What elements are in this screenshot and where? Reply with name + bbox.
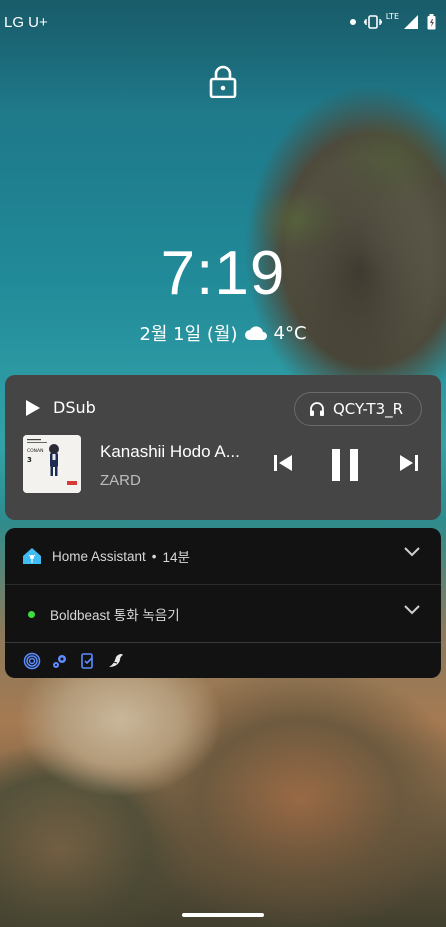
chevron-down-icon[interactable] (403, 604, 421, 616)
signal-icon (404, 15, 418, 29)
headphones-icon (310, 402, 324, 416)
home-assistant-app-name: Home Assistant (52, 548, 146, 564)
settings-icon[interactable] (51, 652, 69, 670)
notification-home-assistant[interactable]: Home Assistant • 14분 (5, 528, 441, 584)
boldbeast-app-name: Boldbeast 통화 녹음기 (50, 608, 180, 623)
track-title: Kanashii Hodo A... (100, 442, 240, 461)
notification-icon-tray (23, 652, 125, 670)
cloud-icon (244, 326, 267, 340)
green-dot-icon (28, 610, 35, 618)
status-bar: LG U+ LTE (0, 0, 446, 44)
media-app-header: DSub (25, 398, 96, 417)
lockscreen-clock: 7:19 (160, 239, 286, 308)
album-art: CONAN 3 (23, 435, 81, 493)
notification-separator: • (151, 548, 157, 564)
notification-divider (5, 584, 441, 585)
temperature-label: 4°C (273, 322, 307, 344)
notification-time: 14분 (162, 550, 190, 565)
track-artist: ZARD (100, 472, 141, 489)
pause-button[interactable] (330, 448, 360, 482)
previous-track-button[interactable] (272, 452, 294, 474)
date-label: 2월 1일 (월) (139, 324, 238, 345)
home-assistant-icon (23, 548, 41, 564)
play-icon (26, 399, 40, 416)
bird-icon[interactable] (107, 652, 125, 670)
album-art-image: CONAN 3 (23, 435, 81, 493)
notification-dot-icon (349, 19, 356, 25)
carrier-label: LG U+ (4, 13, 48, 31)
album-art-text: CONAN (27, 448, 44, 454)
album-art-number: 3 (27, 456, 32, 464)
notification-panel: Home Assistant • 14분 Boldbeast 통화 녹음기 (5, 528, 441, 678)
status-icons: LTE (349, 11, 436, 30)
media-app-name: DSub (53, 398, 96, 417)
media-player-card[interactable]: DSub QCY-T3_R CONAN 3 Kanashii Hodo A...… (5, 375, 441, 520)
notification-boldbeast[interactable]: Boldbeast 통화 녹음기 (5, 586, 441, 642)
network-type-label: LTE (385, 11, 399, 21)
battery-icon (427, 14, 436, 30)
lock-icon[interactable] (208, 64, 238, 98)
next-track-button[interactable] (398, 452, 420, 474)
vibrate-icon (363, 15, 382, 29)
fingerprint-icon[interactable] (23, 652, 41, 670)
output-device-label: QCY-T3_R (333, 400, 404, 418)
tray-divider (5, 642, 441, 643)
home-indicator[interactable] (182, 913, 264, 917)
date-weather-row: 2월 1일 (월) 4°C (0, 320, 446, 346)
sync-icon[interactable] (79, 652, 97, 670)
output-device-button[interactable]: QCY-T3_R (294, 392, 422, 426)
chevron-down-icon[interactable] (403, 546, 421, 558)
